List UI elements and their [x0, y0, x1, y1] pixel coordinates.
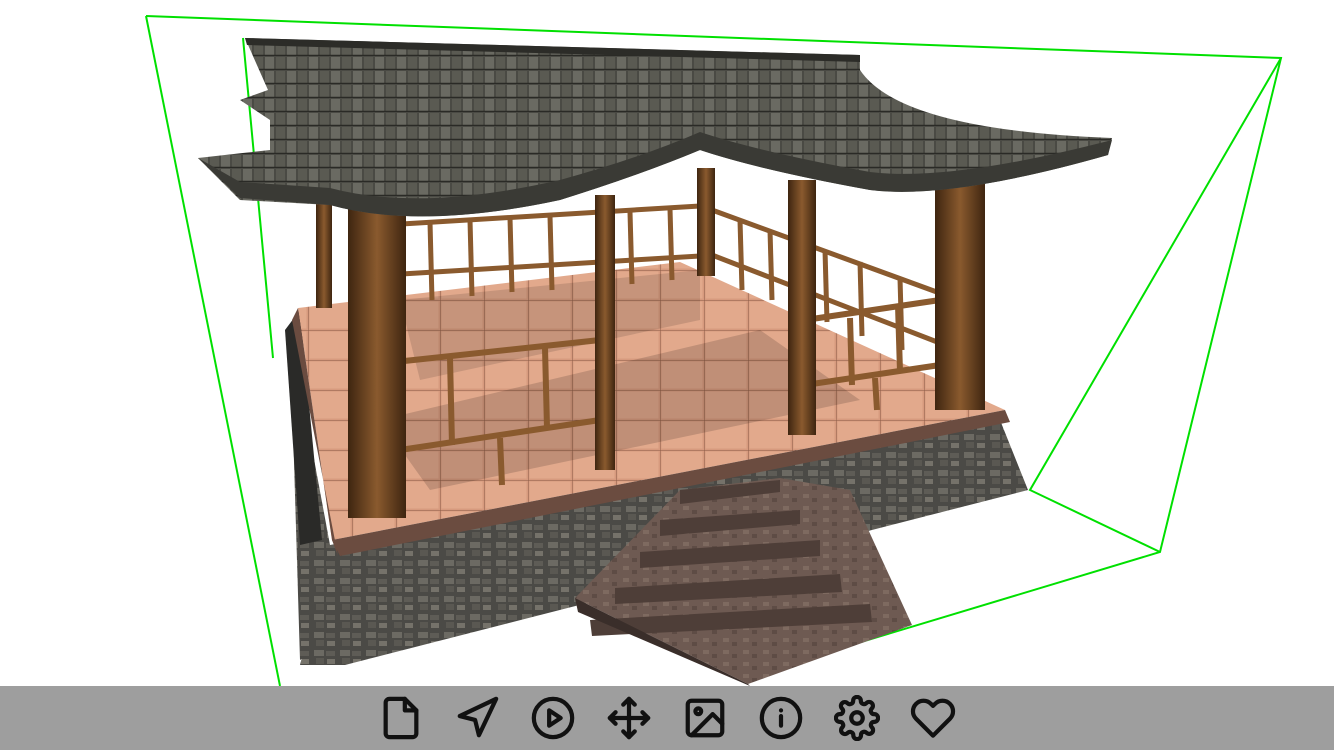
image-icon	[685, 698, 725, 738]
file-button[interactable]	[370, 689, 432, 747]
navigate-button[interactable]	[446, 689, 508, 747]
file-icon	[383, 696, 419, 740]
play-circle-icon	[531, 696, 575, 740]
3d-viewport[interactable]	[0, 0, 1334, 686]
info-icon	[759, 696, 803, 740]
navigation-arrow-icon	[457, 696, 499, 738]
info-button[interactable]	[750, 689, 812, 747]
play-button[interactable]	[522, 689, 584, 747]
move-arrows-icon	[607, 696, 651, 740]
favorite-button[interactable]	[902, 689, 964, 747]
move-button[interactable]	[598, 689, 660, 747]
image-button[interactable]	[674, 689, 736, 747]
heart-icon	[910, 698, 956, 738]
gear-icon	[834, 695, 880, 741]
settings-button[interactable]	[826, 689, 888, 747]
3d-scene[interactable]	[0, 0, 1334, 686]
bottom-toolbar	[0, 686, 1334, 750]
